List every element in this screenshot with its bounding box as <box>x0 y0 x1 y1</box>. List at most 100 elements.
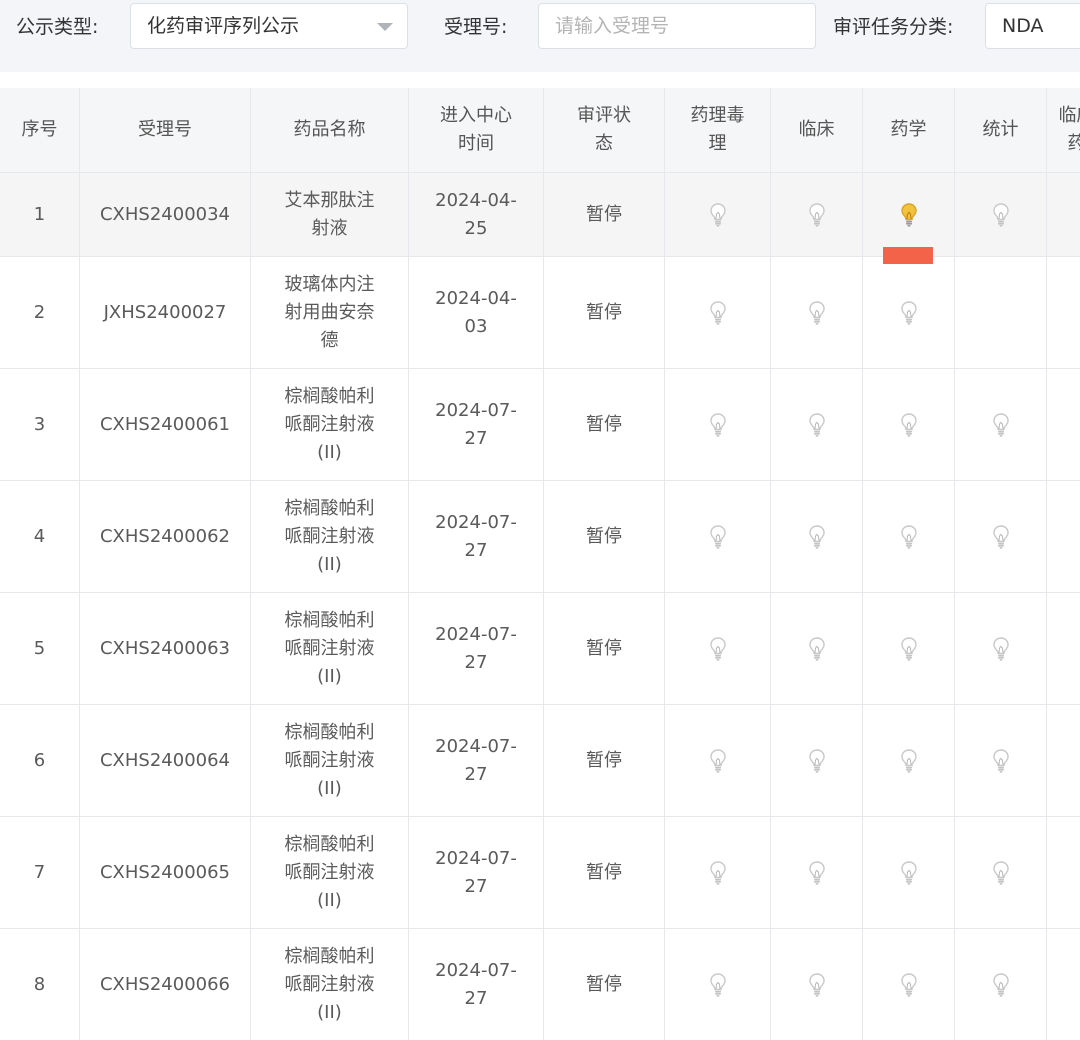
review-status: 暂停 <box>544 817 665 929</box>
row-number: 2 <box>0 257 80 369</box>
drug-name: 艾本那肽注 射液 <box>251 173 409 257</box>
cell-text: 受理号 <box>138 119 192 140</box>
lightbulb-icon <box>709 202 726 227</box>
review-status: 暂停 <box>544 257 665 369</box>
status-light-cell <box>863 369 955 481</box>
lightbulb-icon <box>709 300 726 325</box>
cell-text: CXHS2400034 <box>99 203 231 225</box>
row-number: 8 <box>0 929 80 1040</box>
row-number: 5 <box>0 593 80 705</box>
caret-down-icon <box>377 23 393 31</box>
acceptance-number: CXHS2400064 <box>80 705 251 817</box>
status-light-cell <box>863 257 955 369</box>
status-light-cell <box>665 481 771 593</box>
column-header: 序号 <box>0 88 80 173</box>
column-header: 药学 <box>863 88 955 173</box>
cell-text: 临床 <box>798 119 835 140</box>
lightbulb-icon <box>992 202 1009 227</box>
status-light-cell <box>955 257 1047 369</box>
cell-text: CXHS2400066 <box>99 973 231 995</box>
lightbulb-icon <box>808 636 825 661</box>
task-select[interactable]: NDA <box>985 3 1080 49</box>
review-status: 暂停 <box>544 593 665 705</box>
cell-text: 暂停 <box>586 749 622 771</box>
column-header: 受理号 <box>80 88 251 173</box>
column-header: 药理毒理 <box>665 88 771 173</box>
status-light-cell <box>955 817 1047 929</box>
status-light-cell <box>665 705 771 817</box>
separator <box>0 72 1080 88</box>
cell-text: 药学 <box>890 119 927 140</box>
column-header: 统计 <box>955 88 1047 173</box>
cell-text: 2024-04- 03 <box>435 287 517 337</box>
status-light-cell <box>665 369 771 481</box>
cell-text: 序号 <box>21 119 58 140</box>
cell-text: 棕榈酸帕利 哌酮注射液 (II) <box>284 721 375 799</box>
status-light-cell <box>955 369 1047 481</box>
entry-date: 2024-04- 25 <box>409 173 544 257</box>
row-number: 3 <box>0 369 80 481</box>
cell-text: CXHS2400064 <box>99 749 231 771</box>
cell-text: 3 <box>33 413 46 435</box>
row-number: 1 <box>0 173 80 257</box>
review-table: 序号 受理号 药品名称 进入中心时间 审评状态 药理毒理 临床 药学 统计 临床药 1 CXHS240… <box>0 88 1080 1040</box>
status-light-cell <box>863 817 955 929</box>
status-light-cell <box>1047 257 1080 369</box>
cell-text: 棕榈酸帕利 哌酮注射液 (II) <box>284 609 375 687</box>
lightbulb-icon <box>900 748 917 773</box>
cell-text: 8 <box>33 973 46 995</box>
lightbulb-icon <box>709 972 726 997</box>
cell-text: 棕榈酸帕利 哌酮注射液 (II) <box>284 833 375 911</box>
lightbulb-icon <box>808 202 825 227</box>
cell-text: CXHS2400065 <box>99 861 231 883</box>
column-header: 临床药 <box>1047 88 1080 173</box>
cell-text: 2024-07- 27 <box>435 623 517 673</box>
type-select[interactable]: 化药审评序列公示 <box>130 3 408 49</box>
status-light-cell <box>771 929 863 1040</box>
lightbulb-icon <box>808 748 825 773</box>
cell-text: 2 <box>33 301 46 323</box>
column-header: 临床 <box>771 88 863 173</box>
cell-text: 棕榈酸帕利 哌酮注射液 (II) <box>284 385 375 463</box>
status-light-cell <box>955 705 1047 817</box>
accept-label: 受理号: <box>444 16 508 38</box>
drug-name: 棕榈酸帕利 哌酮注射液 (II) <box>251 817 409 929</box>
cell-text: CXHS2400063 <box>99 637 231 659</box>
lightbulb-icon <box>900 972 917 997</box>
cell-text: 进入中心 时间 <box>440 105 512 154</box>
lightbulb-icon <box>808 412 825 437</box>
status-light-cell <box>771 593 863 705</box>
acceptance-number: JXHS2400027 <box>80 257 251 369</box>
entry-date: 2024-07- 27 <box>409 481 544 593</box>
lightbulb-icon <box>900 636 917 661</box>
cell-text: 药品名称 <box>293 119 366 140</box>
drug-name: 棕榈酸帕利 哌酮注射液 (II) <box>251 705 409 817</box>
cell-text: 统计 <box>982 119 1019 140</box>
type-select-value: 化药审评序列公示 <box>147 15 300 37</box>
entry-date: 2024-04- 03 <box>409 257 544 369</box>
cell-text: 艾本那肽注 射液 <box>284 189 375 239</box>
status-light-cell <box>771 705 863 817</box>
entry-date: 2024-07- 27 <box>409 593 544 705</box>
status-light-cell <box>955 481 1047 593</box>
accept-input[interactable]: 请输入受理号 <box>538 3 816 49</box>
lightbulb-icon <box>709 412 726 437</box>
cell-text: 2024-07- 27 <box>435 847 517 897</box>
task-label: 审评任务分类: <box>833 16 954 38</box>
drug-name: 棕榈酸帕利 哌酮注射液 (II) <box>251 481 409 593</box>
status-light-cell <box>863 481 955 593</box>
cell-text: 暂停 <box>586 301 622 323</box>
cell-text: 棕榈酸帕利 哌酮注射液 (II) <box>284 945 375 1023</box>
cell-text: CXHS2400062 <box>99 525 231 547</box>
status-light-cell <box>863 173 955 257</box>
status-light-cell <box>665 173 771 257</box>
status-light-cell <box>665 257 771 369</box>
review-status: 暂停 <box>544 705 665 817</box>
row-number: 4 <box>0 481 80 593</box>
cell-text: 1 <box>33 203 46 225</box>
acceptance-number: CXHS2400034 <box>80 173 251 257</box>
column-header: 进入中心 时间 <box>409 88 544 173</box>
cell-text: 5 <box>33 637 46 659</box>
status-light-cell <box>771 817 863 929</box>
status-light-cell <box>863 593 955 705</box>
